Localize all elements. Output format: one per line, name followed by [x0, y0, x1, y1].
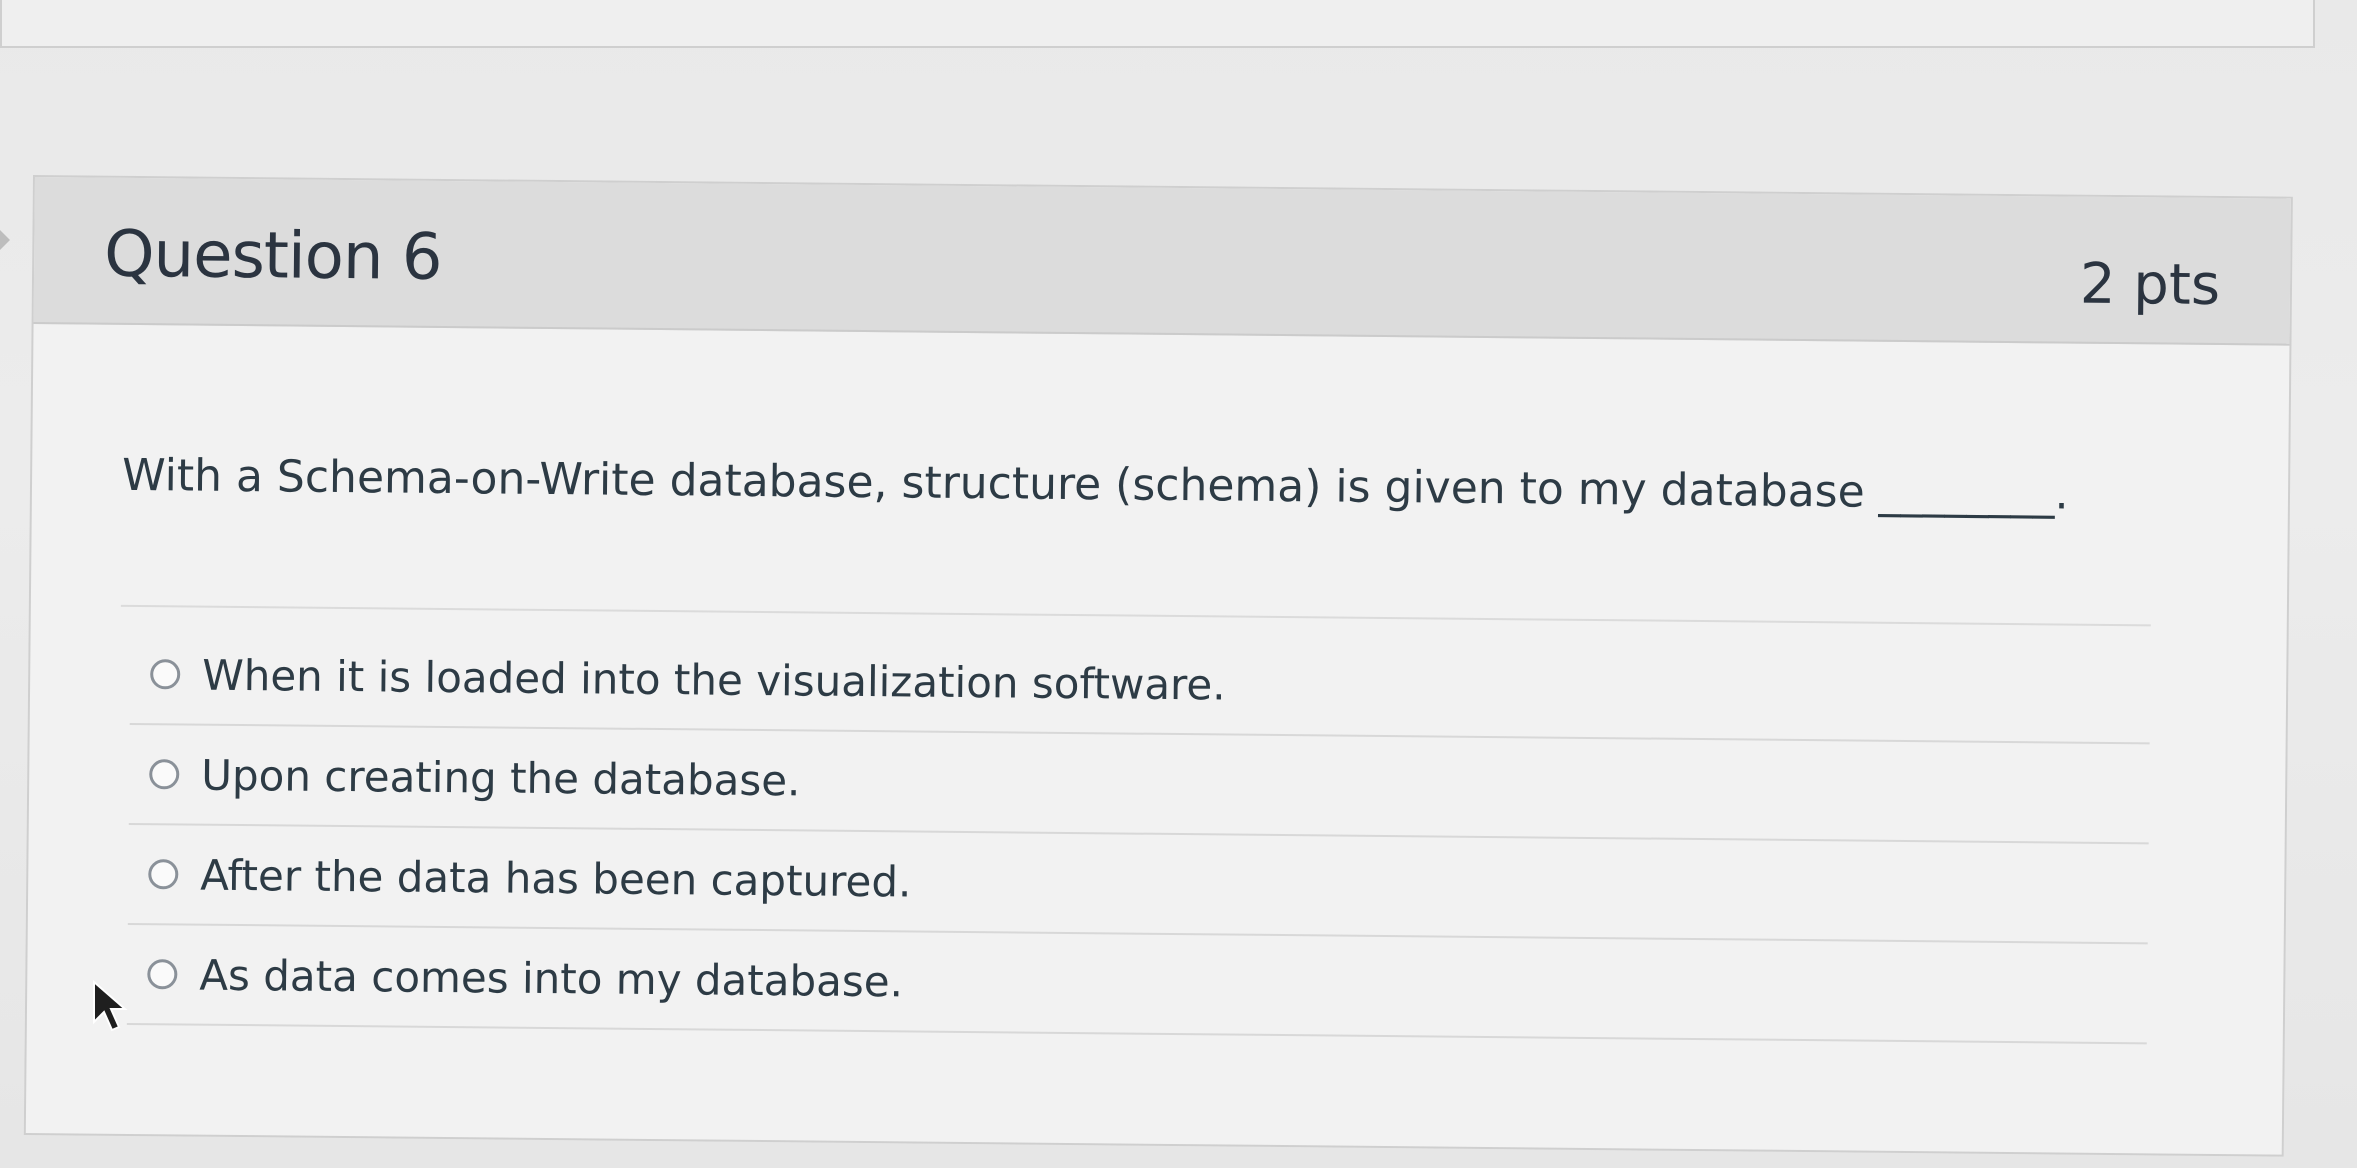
answer-label: After the data has been captured. [200, 850, 912, 906]
radio-unselected-icon[interactable] [147, 959, 178, 990]
answer-label: Upon creating the database. [201, 750, 801, 805]
radio-unselected-icon[interactable] [148, 859, 179, 890]
question-text: With a Schema-on-Write database, structu… [121, 449, 2069, 520]
question-title: Question 6 [103, 217, 442, 295]
question-card: Question 6 2 pts With a Schema-on-Write … [23, 175, 2293, 1157]
radio-unselected-icon[interactable] [150, 659, 181, 690]
previous-question-panel [0, 0, 2315, 48]
answer-list: When it is loaded into the visualization… [126, 624, 2151, 1045]
answers-divider [120, 604, 2151, 627]
mouse-pointer-icon [93, 980, 128, 1032]
answer-label: As data comes into my database. [199, 950, 904, 1006]
question-points: 2 pts [2079, 251, 2221, 318]
answer-option-2[interactable]: Upon creating the database. [128, 724, 2150, 845]
answer-label: When it is loaded into the visualization… [201, 650, 1226, 709]
answer-option-3[interactable]: After the data has been captured. [127, 824, 2149, 945]
answer-option-1[interactable]: When it is loaded into the visualization… [129, 624, 2151, 745]
collapse-arrow-icon [0, 230, 10, 250]
answer-option-4[interactable]: As data comes into my database. [126, 924, 2148, 1045]
question-header: Question 6 2 pts [33, 177, 2291, 346]
radio-unselected-icon[interactable] [149, 759, 180, 790]
